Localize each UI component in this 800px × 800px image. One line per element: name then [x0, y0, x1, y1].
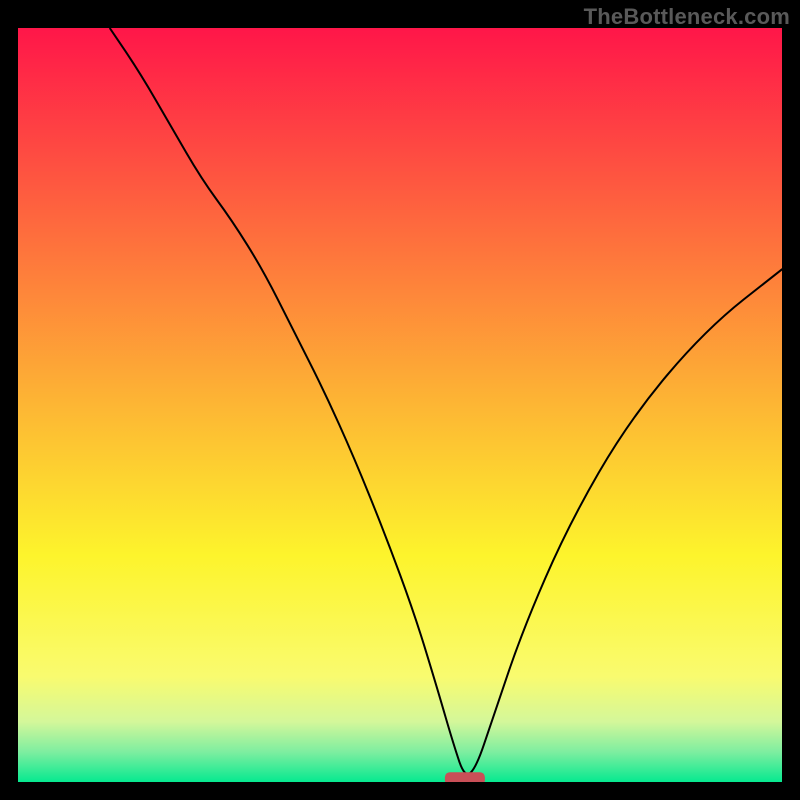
- chart-frame: TheBottleneck.com: [0, 0, 800, 800]
- bottleneck-plot-svg: [18, 28, 782, 782]
- optimal-marker: [445, 772, 485, 782]
- plot-area: [18, 28, 782, 782]
- watermark-text: TheBottleneck.com: [584, 4, 790, 30]
- gradient-background: [18, 28, 782, 782]
